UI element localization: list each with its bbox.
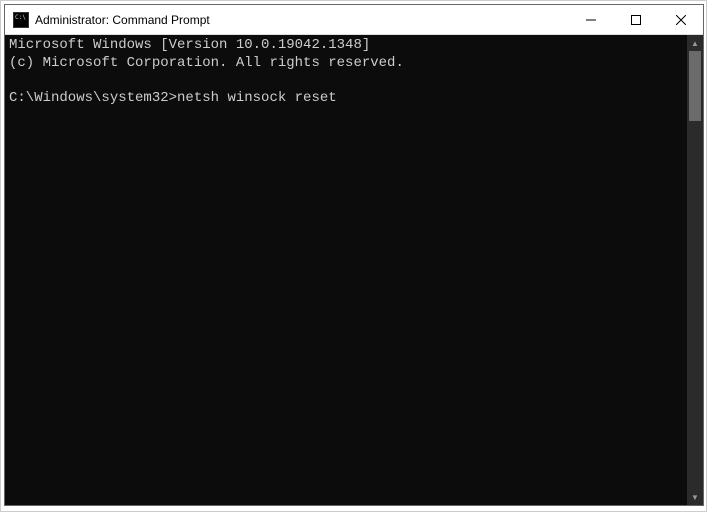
close-icon — [676, 15, 686, 25]
scroll-up-arrow-icon[interactable]: ▲ — [687, 35, 703, 51]
scroll-thumb[interactable] — [689, 51, 701, 121]
window-controls — [568, 5, 703, 34]
minimize-icon — [586, 15, 596, 25]
copyright-line: (c) Microsoft Corporation. All rights re… — [9, 55, 404, 71]
minimize-button[interactable] — [568, 5, 613, 34]
cmd-icon — [13, 12, 29, 28]
titlebar[interactable]: Administrator: Command Prompt — [5, 5, 703, 35]
command-text: netsh winsock reset — [177, 90, 337, 106]
prompt-text: C:\Windows\system32> — [9, 90, 177, 106]
command-prompt-window: Administrator: Command Prompt Microsoft … — [4, 4, 704, 506]
version-line: Microsoft Windows [Version 10.0.19042.13… — [9, 37, 370, 53]
maximize-button[interactable] — [613, 5, 658, 34]
terminal-area: Microsoft Windows [Version 10.0.19042.13… — [5, 35, 703, 505]
close-button[interactable] — [658, 5, 703, 34]
terminal-output[interactable]: Microsoft Windows [Version 10.0.19042.13… — [5, 35, 687, 505]
vertical-scrollbar[interactable]: ▲ ▼ — [687, 35, 703, 505]
scroll-down-arrow-icon[interactable]: ▼ — [687, 489, 703, 505]
window-title: Administrator: Command Prompt — [35, 13, 568, 27]
maximize-icon — [631, 15, 641, 25]
